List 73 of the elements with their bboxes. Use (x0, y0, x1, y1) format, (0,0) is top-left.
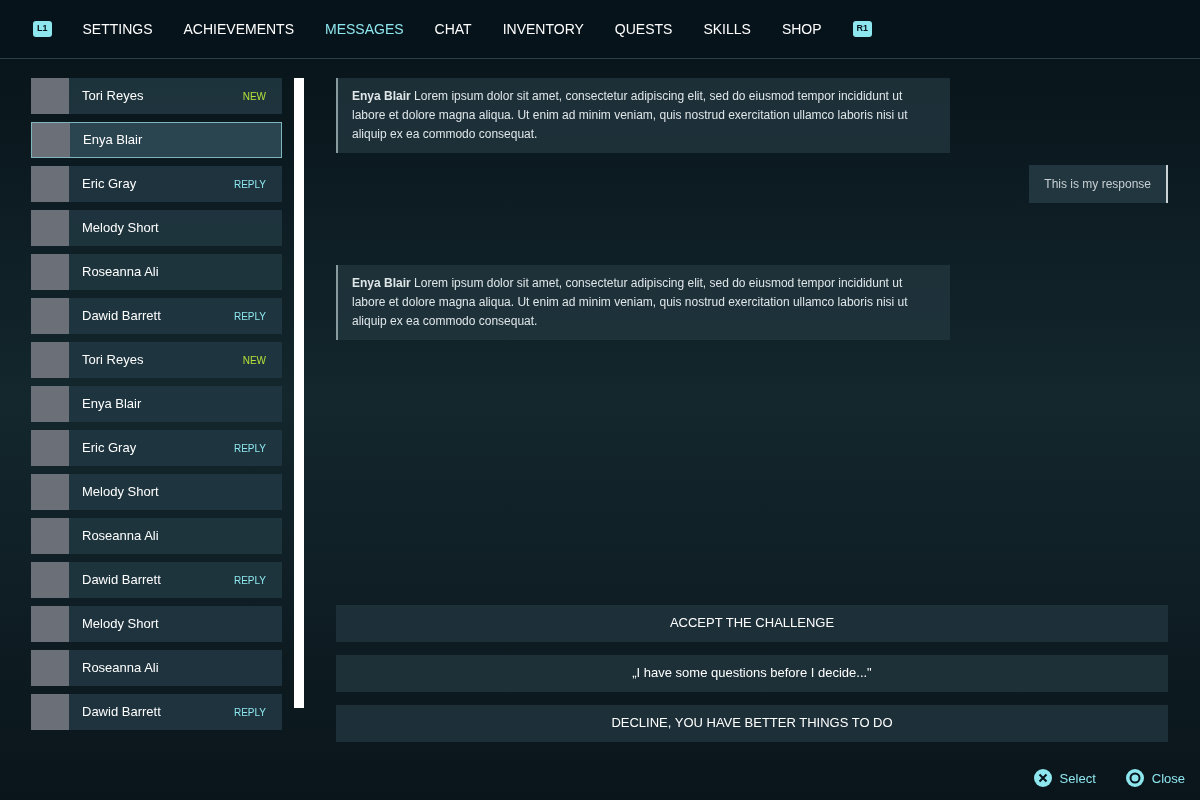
avatar-placeholder (31, 78, 69, 114)
contact-row[interactable]: Roseanna Ali (31, 518, 282, 554)
dialogue-choice[interactable]: DECLINE, YOU HAVE BETTER THINGS TO DO (336, 704, 1168, 742)
avatar-placeholder (31, 210, 69, 246)
contact-name: Tori Reyes (82, 351, 144, 370)
nav-tab[interactable]: MESSAGES (325, 18, 404, 40)
contact-name: Enya Blair (83, 131, 143, 150)
contact-row[interactable]: Melody Short (31, 606, 282, 642)
contact-name: Dawid Barrett (82, 307, 161, 326)
avatar-placeholder (31, 694, 69, 730)
incoming-message: Enya Blair Lorem ipsum dolor sit amet, consectetur adipiscing elit, sed do eiusmod tempor incididunt ut labore et dolore magna aliqua. Ut enim ad minim veniam, quis nostrud exercitation ullamco laboris nisi ut aliquip ex ea commodo consequat. (336, 265, 950, 340)
status-label: REPLY (233, 705, 266, 720)
contact-row[interactable]: Eric Gray REPLY (31, 166, 282, 202)
contact-name: Roseanna Ali (82, 263, 159, 282)
status-label: REPLY (233, 309, 266, 324)
avatar-placeholder (31, 254, 69, 290)
avatar-placeholder (32, 123, 70, 157)
contact-row[interactable]: Roseanna Ali (31, 650, 282, 686)
outgoing-message: This is my response (1029, 165, 1168, 203)
contact-row[interactable]: Tori Reyes NEW (31, 78, 282, 114)
contact-name: Dawid Barrett (82, 703, 161, 722)
avatar-placeholder (31, 166, 69, 202)
contact-row[interactable]: Eric Gray REPLY (31, 430, 282, 466)
status-label: REPLY (233, 177, 266, 192)
nav-tab[interactable]: SKILLS (703, 18, 751, 40)
avatar-placeholder (31, 298, 69, 334)
nav-tab[interactable]: INVENTORY (502, 18, 584, 40)
contact-name: Melody Short (82, 615, 159, 634)
status-label: NEW (242, 353, 266, 368)
contact-name: Melody Short (82, 219, 159, 238)
dialogue-choice[interactable]: „I have some questions before I decide..." (336, 654, 1168, 692)
contact-row[interactable]: Melody Short (31, 210, 282, 246)
status-label: REPLY (233, 441, 266, 456)
contact-name: Melody Short (82, 483, 159, 502)
avatar-placeholder (31, 518, 69, 554)
contact-row[interactable]: Tori Reyes NEW (31, 342, 282, 378)
status-label: REPLY (233, 573, 266, 588)
contact-name: Dawid Barrett (82, 571, 161, 590)
nav-tab[interactable]: CHAT (434, 18, 472, 40)
nav-tab[interactable]: ACHIEVEMENTS (183, 18, 294, 40)
contact-row[interactable]: Melody Short (31, 474, 282, 510)
avatar-placeholder (31, 606, 69, 642)
avatar-placeholder (31, 650, 69, 686)
button-hint[interactable]: Select (1033, 768, 1096, 788)
avatar-placeholder (31, 562, 69, 598)
avatar-placeholder (31, 474, 69, 510)
incoming-message: Enya Blair Lorem ipsum dolor sit amet, consectetur adipiscing elit, sed do eiusmod tempor incididunt ut labore et dolore magna aliqua. Ut enim ad minim veniam, quis nostrud exercitation ullamco laboris nisi ut aliquip ex ea commodo consequat. (336, 78, 950, 153)
avatar-placeholder (31, 430, 69, 466)
status-label: NEW (242, 89, 266, 104)
contact-name: Eric Gray (82, 439, 137, 458)
contact-row[interactable]: Enya Blair (31, 122, 282, 158)
dialogue-choice[interactable]: ACCEPT THE CHALLENGE (336, 604, 1168, 642)
shoulder-button-hint[interactable]: L1 (33, 21, 52, 37)
avatar-placeholder (31, 342, 69, 378)
button-hint[interactable]: Close (1125, 768, 1185, 788)
shoulder-button-hint[interactable]: R1 (852, 21, 873, 37)
nav-tab[interactable]: SETTINGS (82, 18, 153, 40)
cross-button-icon (1033, 769, 1052, 788)
circle-button-icon (1125, 769, 1144, 788)
contact-row[interactable]: Dawid Barrett REPLY (31, 562, 282, 598)
contact-name: Eric Gray (82, 175, 137, 194)
contact-name: Roseanna Ali (82, 527, 159, 546)
contact-name: Tori Reyes (82, 87, 144, 106)
contact-row[interactable]: Roseanna Ali (31, 254, 282, 290)
scrollbar[interactable] (294, 78, 304, 708)
avatar-placeholder (31, 386, 69, 422)
contact-row[interactable]: Dawid Barrett REPLY (31, 298, 282, 334)
nav-tab[interactable]: QUESTS (614, 18, 673, 40)
nav-tab[interactable]: SHOP (781, 18, 822, 40)
contact-name: Enya Blair (82, 395, 142, 414)
contact-row[interactable]: Enya Blair (31, 386, 282, 422)
contact-row[interactable]: Dawid Barrett REPLY (31, 694, 282, 730)
contact-name: Roseanna Ali (82, 659, 159, 678)
